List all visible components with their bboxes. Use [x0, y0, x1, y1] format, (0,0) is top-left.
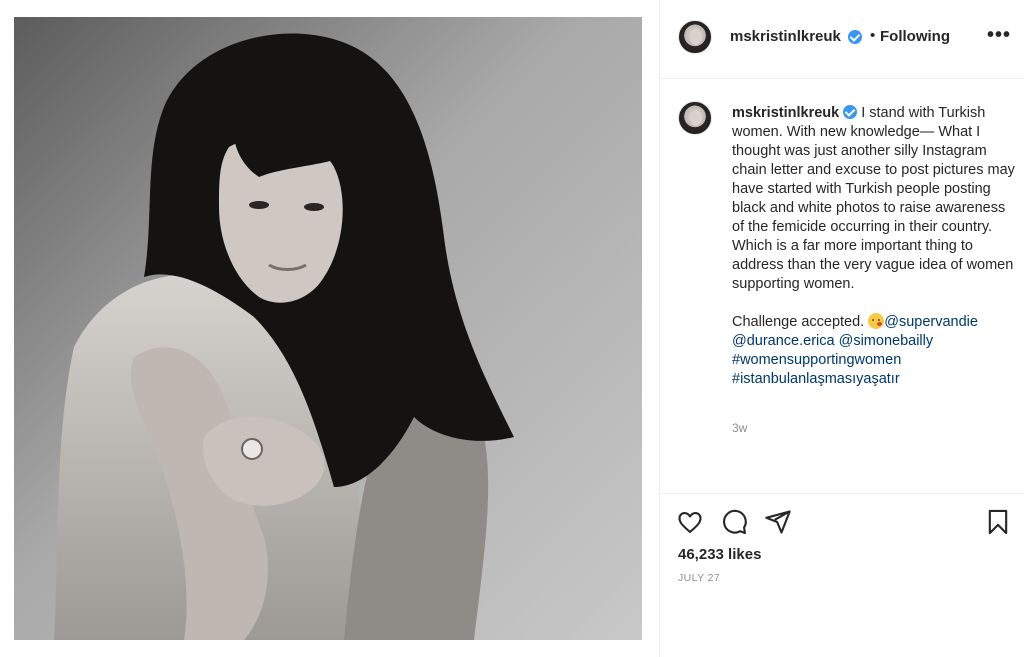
mention-link[interactable]: @supervandie — [884, 314, 978, 330]
caption-avatar[interactable] — [678, 101, 712, 135]
mention-link[interactable]: @durance.erica — [732, 333, 835, 349]
verified-badge-icon — [848, 30, 862, 44]
hashtag-link[interactable]: #istanbulanlaşmasıyaşatır — [732, 371, 900, 387]
comment-icon — [723, 509, 747, 535]
comment-button[interactable] — [720, 508, 748, 536]
paper-plane-icon — [765, 510, 791, 534]
verified-badge-icon — [843, 105, 858, 119]
like-button[interactable] — [676, 508, 704, 536]
save-button[interactable] — [984, 508, 1012, 536]
following-button[interactable]: Following — [880, 28, 950, 45]
avatar[interactable] — [678, 20, 712, 54]
post-photo[interactable] — [14, 17, 642, 640]
caption-paragraph-1: I stand with Turkish women. With new kno… — [732, 105, 1015, 292]
likes-count[interactable]: 46,233 likes — [678, 546, 761, 563]
follow-separator: • — [870, 27, 876, 44]
actions-section: 46,233 likes JULY 27 — [660, 494, 1024, 657]
post-date[interactable]: JULY 27 — [678, 572, 720, 584]
bookmark-icon — [988, 509, 1008, 535]
share-button[interactable] — [764, 508, 792, 536]
mention-link[interactable]: @simonebailly — [839, 333, 934, 349]
header-username[interactable]: mskristinlkreuk — [730, 28, 841, 45]
heart-icon — [678, 511, 702, 533]
post-photo-image — [14, 17, 642, 640]
instagram-post: mskristinlkreuk • Following ••• mskristi… — [0, 0, 1024, 657]
post-header: mskristinlkreuk • Following ••• — [660, 0, 1024, 78]
caption-username[interactable]: mskristinlkreuk — [732, 105, 839, 121]
kissing-face-icon — [868, 313, 885, 329]
caption-paragraph-2: Challenge accepted. — [732, 314, 869, 330]
hashtag-link[interactable]: #womensupportingwomen — [732, 352, 901, 368]
caption-text: mskristinlkreuk I stand with Turkish wome… — [732, 104, 1016, 389]
post-time-ago[interactable]: 3w — [732, 421, 747, 435]
more-options-icon[interactable]: ••• — [987, 24, 1011, 47]
caption-section: mskristinlkreuk I stand with Turkish wome… — [660, 79, 1024, 493]
